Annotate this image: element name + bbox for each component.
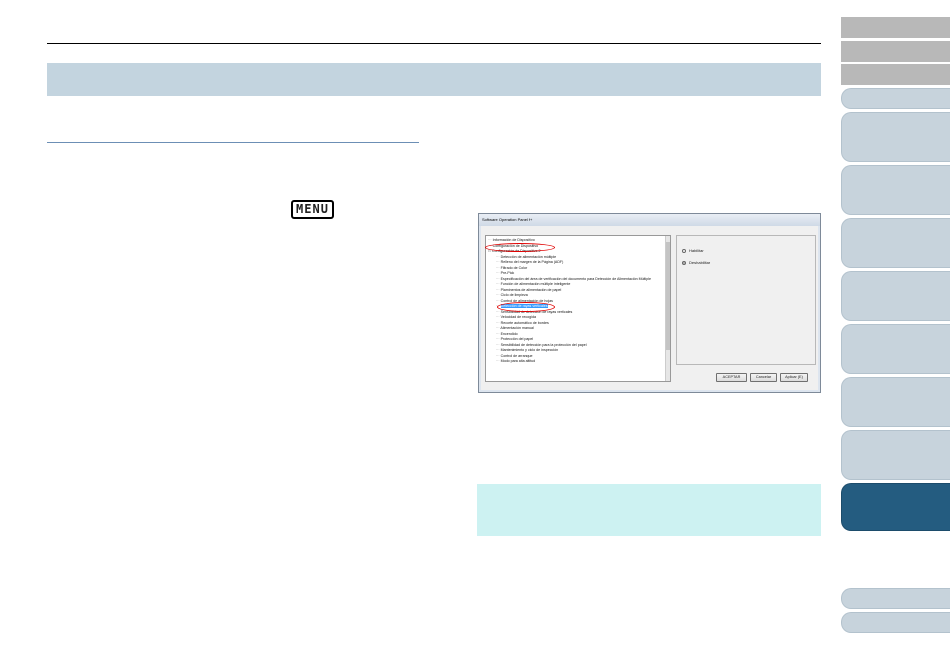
window-body: ··· Información de Dispositivo ··· Config… bbox=[481, 226, 818, 390]
cancel-button[interactable]: Cancelar bbox=[750, 373, 777, 382]
tree-guide: ··· bbox=[496, 309, 500, 314]
section-header-band bbox=[47, 63, 821, 96]
tree-item[interactable]: ··· Protección del papel bbox=[496, 337, 533, 342]
tree-item-label: Alimentación manual bbox=[500, 326, 534, 330]
tree-item[interactable]: ··· Recorte automático de bordes bbox=[496, 321, 549, 326]
tree-item-label: Protección del papel bbox=[500, 337, 534, 341]
tree-guide: ··· bbox=[496, 331, 500, 336]
tree-item-label: Control de arranque bbox=[500, 353, 533, 358]
tree-item[interactable]: ··· Mantenimiento y ciclo de inspección bbox=[496, 348, 558, 353]
subsection-rule bbox=[47, 142, 419, 143]
nav-tab-10[interactable] bbox=[841, 377, 950, 427]
nav-tab-13[interactable] bbox=[841, 588, 950, 609]
tree-guide: ··· bbox=[496, 265, 500, 270]
tree-guide: ··· bbox=[496, 359, 500, 363]
tree-scroll-thumb[interactable] bbox=[666, 242, 670, 350]
tree-item[interactable]: ··· Encendido bbox=[496, 332, 518, 337]
tree-item[interactable]: ··· Plaminentos de alimentación de papel bbox=[496, 288, 561, 293]
nav-tab-9[interactable] bbox=[841, 324, 950, 374]
option-disable[interactable]: Deshabilitar bbox=[682, 260, 710, 266]
tree-guide: ··· bbox=[496, 353, 500, 358]
tree-item-label: Ciclo de limpieza bbox=[500, 293, 528, 297]
tree-guide: ··· bbox=[496, 260, 500, 264]
tree-item-label: Pre-Pick bbox=[500, 271, 515, 275]
apply-button[interactable]: Aplicar (E) bbox=[780, 373, 808, 382]
tree-item[interactable]: ··· Control de arranque bbox=[496, 354, 533, 359]
nav-tab-12-active[interactable] bbox=[841, 483, 950, 531]
nav-tab-3[interactable] bbox=[841, 64, 950, 85]
nav-tab-11[interactable] bbox=[841, 430, 950, 480]
tree-scrollbar[interactable] bbox=[665, 236, 670, 381]
tree-guide: ··· bbox=[496, 282, 500, 286]
tree-guide: ··· bbox=[496, 337, 500, 341]
tree-item-label: Función de alimentación múltiple intelig… bbox=[500, 282, 571, 286]
nav-tab-4[interactable] bbox=[841, 88, 950, 109]
tree-item[interactable]: ··· Ciclo de limpieza bbox=[496, 293, 528, 298]
options-panel: Habilitar Deshabilitar bbox=[676, 235, 816, 365]
tree-item-label: Modo para alta altitud bbox=[500, 359, 536, 363]
tree-guide: ··· bbox=[496, 298, 500, 303]
nav-tab-2[interactable] bbox=[841, 41, 950, 62]
radio-enable[interactable] bbox=[682, 248, 686, 253]
tree-guide: ··· bbox=[496, 320, 500, 325]
nav-tab-6[interactable] bbox=[841, 165, 950, 215]
tree-item-label: Encendido bbox=[500, 331, 518, 336]
tree-item-label: Información de Dispositivo bbox=[492, 238, 535, 242]
tree-item-label: Relleno del margen de la Página (ADF) bbox=[500, 260, 564, 264]
tree-guide: ··· bbox=[496, 348, 500, 352]
highlight-oval-vertical-streaks bbox=[497, 302, 555, 312]
tree-item-label: Plaminentos de alimentación de papel bbox=[500, 287, 562, 292]
window-title: Software Operation Panel f+ bbox=[479, 214, 820, 226]
tree-item-label: Detección de alimentación múltiple bbox=[500, 254, 557, 259]
tree-item-label: Velocidad de recogida bbox=[500, 315, 536, 319]
nav-tab-8[interactable] bbox=[841, 271, 950, 321]
tree-item[interactable]: ··· Pre-Pick bbox=[496, 271, 514, 276]
nav-tab-14[interactable] bbox=[841, 612, 950, 633]
nav-tab-7[interactable] bbox=[841, 218, 950, 268]
tree-item[interactable]: ··· Función de alimentación múltiple int… bbox=[496, 282, 570, 287]
tree-guide: ··· bbox=[496, 293, 500, 297]
option-enable[interactable]: Habilitar bbox=[682, 248, 704, 254]
tree-item[interactable]: ··· Especificación del área de verificac… bbox=[496, 277, 651, 282]
nav-tab-1[interactable] bbox=[841, 17, 950, 38]
software-operation-panel-window: Software Operation Panel f+ ··· Informac… bbox=[478, 213, 821, 393]
tree-guide: ··· bbox=[496, 276, 500, 281]
tree-item-label: Sensibilidad de detección para la protec… bbox=[500, 342, 587, 347]
ok-button[interactable]: ACEPTAR bbox=[716, 373, 747, 382]
tree-item[interactable]: ··· Detección de alimentación múltiple bbox=[496, 255, 556, 260]
tree-guide: ··· bbox=[496, 254, 500, 259]
tree-item-label: Mantenimiento y ciclo de inspección bbox=[500, 348, 559, 352]
tree-item[interactable]: ··· Modo para alta altitud bbox=[496, 359, 535, 364]
tree-item[interactable]: ··· Relleno del margen de la Página (ADF… bbox=[496, 260, 563, 265]
tree-item[interactable]: ··· Filtrado de Color bbox=[496, 266, 527, 271]
radio-disable[interactable] bbox=[682, 260, 686, 265]
tree-item-label: Especificación del área de verificación … bbox=[500, 276, 652, 281]
tree-guide: ··· bbox=[496, 315, 500, 319]
tree-item-label: Filtrado de Color bbox=[500, 265, 528, 270]
tree-guide: ··· bbox=[496, 271, 500, 275]
tree-item-label: Recorte automático de bordes bbox=[500, 320, 549, 325]
note-box bbox=[477, 484, 821, 536]
tree-guide: ··· bbox=[496, 287, 500, 292]
top-rule bbox=[47, 43, 821, 44]
tree-item[interactable]: ··· Alimentación manual bbox=[496, 326, 534, 331]
menu-key-icon: MENU bbox=[291, 200, 334, 219]
tree-guide: ··· bbox=[496, 342, 500, 347]
tree-item[interactable]: ··· Sensibilidad de detección para la pr… bbox=[496, 343, 587, 348]
tree-item[interactable]: ··· Velocidad de recogida bbox=[496, 315, 536, 320]
tree-guide: ··· bbox=[488, 238, 492, 242]
highlight-oval-config2 bbox=[485, 243, 555, 252]
nav-tab-5[interactable] bbox=[841, 112, 950, 162]
